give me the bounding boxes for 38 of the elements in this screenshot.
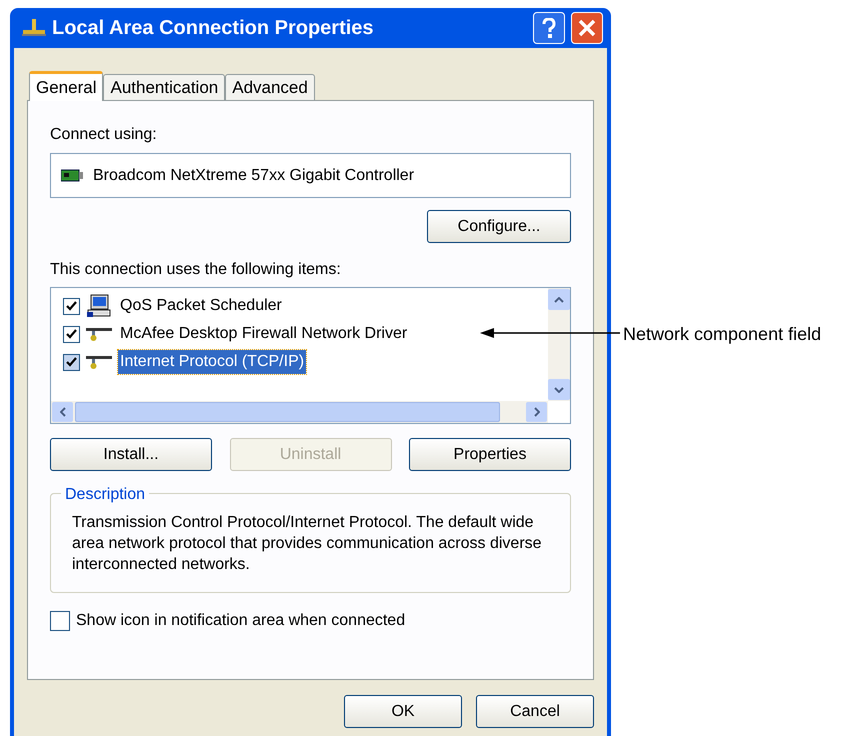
list-item[interactable]: Internet Protocol (TCP/IP) — [118, 350, 306, 374]
scroll-up-icon[interactable] — [548, 289, 570, 310]
vertical-scrollbar[interactable] — [548, 288, 570, 401]
checkbox-label: Show icon in notification area when connected — [76, 611, 406, 631]
checkbox[interactable] — [50, 611, 70, 631]
scroll-right-icon[interactable] — [526, 402, 547, 422]
checkbox[interactable] — [63, 354, 80, 370]
callout-label: Network component field — [623, 323, 822, 346]
action-button[interactable]: Install... — [50, 438, 212, 471]
connect-using-label: Connect using: — [50, 125, 158, 145]
dialog-button[interactable]: OK — [344, 695, 462, 728]
close-icon — [578, 19, 596, 37]
close-button[interactable] — [571, 12, 603, 44]
help-button[interactable] — [533, 12, 565, 44]
list-item[interactable]: QoS Packet Scheduler — [118, 294, 284, 318]
items-label: This connection uses the following items: — [50, 260, 342, 280]
dialog-button[interactable]: Cancel — [476, 695, 594, 728]
network-plug-icon — [86, 326, 112, 342]
checkbox[interactable] — [63, 326, 80, 342]
scroll-left-icon[interactable] — [52, 402, 73, 422]
computer-icon — [86, 294, 112, 318]
horizontal-scrollbar[interactable] — [51, 401, 548, 423]
tab[interactable]: General — [29, 71, 104, 101]
network-connection-icon — [22, 17, 46, 39]
configure-button[interactable]: Configure... — [427, 210, 571, 243]
network-plug-icon — [86, 354, 112, 370]
help-icon — [542, 18, 556, 38]
scroll-thumb[interactable] — [75, 402, 500, 422]
adapter-name: Broadcom NetXtreme 57xx Gigabit Controller — [93, 166, 414, 186]
list-item[interactable]: McAfee Desktop Firewall Network Driver — [118, 322, 410, 346]
scroll-down-icon[interactable] — [548, 379, 570, 400]
action-button[interactable]: Properties — [409, 438, 571, 471]
checkbox[interactable] — [63, 298, 80, 314]
tab[interactable]: Authentication — [103, 74, 226, 100]
tab[interactable]: Advanced — [225, 74, 315, 100]
network-card-icon — [61, 168, 83, 184]
description-text: Transmission Control Protocol/Internet Protocol. The default wide area network protocol that provides communication across diverse interconnected networks. — [72, 513, 543, 575]
window-title: Local Area Connection Properties — [52, 16, 375, 41]
